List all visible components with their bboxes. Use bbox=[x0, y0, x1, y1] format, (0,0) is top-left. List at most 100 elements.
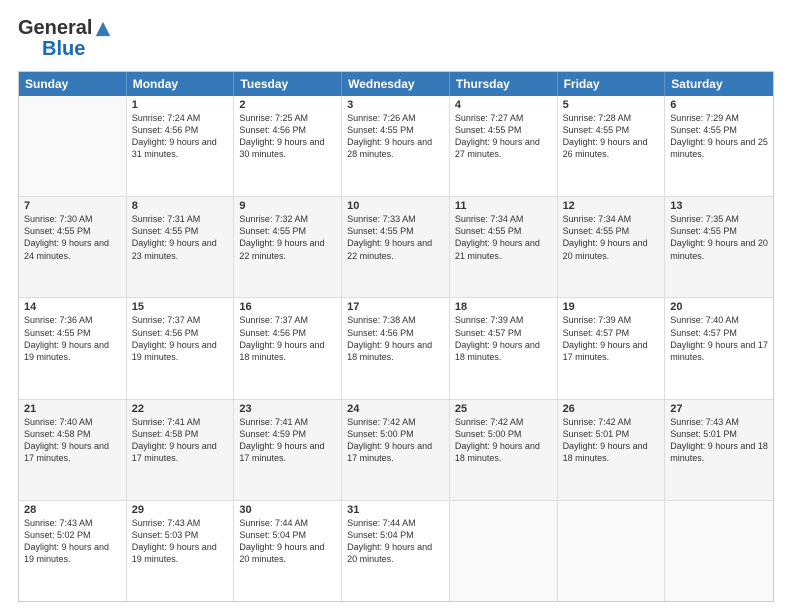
calendar-cell: 19Sunrise: 7:39 AMSunset: 4:57 PMDayligh… bbox=[558, 298, 666, 398]
calendar-cell: 22Sunrise: 7:41 AMSunset: 4:58 PMDayligh… bbox=[127, 400, 235, 500]
calendar-cell: 1Sunrise: 7:24 AMSunset: 4:56 PMDaylight… bbox=[127, 96, 235, 196]
weekday-header-sunday: Sunday bbox=[19, 72, 127, 96]
day-number: 24 bbox=[347, 403, 444, 415]
calendar-cell: 7Sunrise: 7:30 AMSunset: 4:55 PMDaylight… bbox=[19, 197, 127, 297]
day-number: 13 bbox=[670, 200, 768, 212]
cell-info: Sunrise: 7:40 AMSunset: 4:58 PMDaylight:… bbox=[24, 416, 121, 465]
calendar-cell: 13Sunrise: 7:35 AMSunset: 4:55 PMDayligh… bbox=[665, 197, 773, 297]
day-number: 9 bbox=[239, 200, 336, 212]
calendar-cell: 23Sunrise: 7:41 AMSunset: 4:59 PMDayligh… bbox=[234, 400, 342, 500]
cell-info: Sunrise: 7:29 AMSunset: 4:55 PMDaylight:… bbox=[670, 112, 768, 161]
calendar-cell bbox=[450, 501, 558, 601]
cell-info: Sunrise: 7:43 AMSunset: 5:01 PMDaylight:… bbox=[670, 416, 768, 465]
day-number: 20 bbox=[670, 301, 768, 313]
calendar-cell: 2Sunrise: 7:25 AMSunset: 4:56 PMDaylight… bbox=[234, 96, 342, 196]
calendar-cell: 31Sunrise: 7:44 AMSunset: 5:04 PMDayligh… bbox=[342, 501, 450, 601]
calendar-cell: 4Sunrise: 7:27 AMSunset: 4:55 PMDaylight… bbox=[450, 96, 558, 196]
day-number: 4 bbox=[455, 99, 552, 111]
cell-info: Sunrise: 7:32 AMSunset: 4:55 PMDaylight:… bbox=[239, 213, 336, 262]
calendar-cell: 20Sunrise: 7:40 AMSunset: 4:57 PMDayligh… bbox=[665, 298, 773, 398]
cell-info: Sunrise: 7:42 AMSunset: 5:01 PMDaylight:… bbox=[563, 416, 660, 465]
day-number: 11 bbox=[455, 200, 552, 212]
calendar-cell: 26Sunrise: 7:42 AMSunset: 5:01 PMDayligh… bbox=[558, 400, 666, 500]
calendar-cell bbox=[665, 501, 773, 601]
cell-info: Sunrise: 7:44 AMSunset: 5:04 PMDaylight:… bbox=[239, 517, 336, 566]
calendar-cell: 25Sunrise: 7:42 AMSunset: 5:00 PMDayligh… bbox=[450, 400, 558, 500]
cell-info: Sunrise: 7:44 AMSunset: 5:04 PMDaylight:… bbox=[347, 517, 444, 566]
day-number: 8 bbox=[132, 200, 229, 212]
cell-info: Sunrise: 7:34 AMSunset: 4:55 PMDaylight:… bbox=[455, 213, 552, 262]
cell-info: Sunrise: 7:35 AMSunset: 4:55 PMDaylight:… bbox=[670, 213, 768, 262]
day-number: 6 bbox=[670, 99, 768, 111]
cell-info: Sunrise: 7:43 AMSunset: 5:02 PMDaylight:… bbox=[24, 517, 121, 566]
calendar: SundayMondayTuesdayWednesdayThursdayFrid… bbox=[18, 71, 774, 602]
logo: General Blue bbox=[18, 18, 112, 61]
logo-general: General bbox=[18, 18, 92, 38]
calendar-cell bbox=[558, 501, 666, 601]
day-number: 18 bbox=[455, 301, 552, 313]
calendar-cell bbox=[19, 96, 127, 196]
day-number: 16 bbox=[239, 301, 336, 313]
day-number: 7 bbox=[24, 200, 121, 212]
day-number: 21 bbox=[24, 403, 121, 415]
calendar-cell: 3Sunrise: 7:26 AMSunset: 4:55 PMDaylight… bbox=[342, 96, 450, 196]
header: General Blue bbox=[18, 18, 774, 61]
cell-info: Sunrise: 7:30 AMSunset: 4:55 PMDaylight:… bbox=[24, 213, 121, 262]
cell-info: Sunrise: 7:37 AMSunset: 4:56 PMDaylight:… bbox=[239, 314, 336, 363]
cell-info: Sunrise: 7:38 AMSunset: 4:56 PMDaylight:… bbox=[347, 314, 444, 363]
weekday-header-thursday: Thursday bbox=[450, 72, 558, 96]
day-number: 19 bbox=[563, 301, 660, 313]
cell-info: Sunrise: 7:26 AMSunset: 4:55 PMDaylight:… bbox=[347, 112, 444, 161]
cell-info: Sunrise: 7:40 AMSunset: 4:57 PMDaylight:… bbox=[670, 314, 768, 363]
cell-info: Sunrise: 7:42 AMSunset: 5:00 PMDaylight:… bbox=[347, 416, 444, 465]
cell-info: Sunrise: 7:36 AMSunset: 4:55 PMDaylight:… bbox=[24, 314, 121, 363]
cell-info: Sunrise: 7:24 AMSunset: 4:56 PMDaylight:… bbox=[132, 112, 229, 161]
day-number: 2 bbox=[239, 99, 336, 111]
cell-info: Sunrise: 7:37 AMSunset: 4:56 PMDaylight:… bbox=[132, 314, 229, 363]
calendar-cell: 14Sunrise: 7:36 AMSunset: 4:55 PMDayligh… bbox=[19, 298, 127, 398]
day-number: 3 bbox=[347, 99, 444, 111]
day-number: 23 bbox=[239, 403, 336, 415]
calendar-cell: 12Sunrise: 7:34 AMSunset: 4:55 PMDayligh… bbox=[558, 197, 666, 297]
calendar-row-0: 1Sunrise: 7:24 AMSunset: 4:56 PMDaylight… bbox=[19, 96, 773, 197]
day-number: 30 bbox=[239, 504, 336, 516]
calendar-cell: 24Sunrise: 7:42 AMSunset: 5:00 PMDayligh… bbox=[342, 400, 450, 500]
calendar-cell: 18Sunrise: 7:39 AMSunset: 4:57 PMDayligh… bbox=[450, 298, 558, 398]
cell-info: Sunrise: 7:33 AMSunset: 4:55 PMDaylight:… bbox=[347, 213, 444, 262]
calendar-body: 1Sunrise: 7:24 AMSunset: 4:56 PMDaylight… bbox=[19, 96, 773, 601]
day-number: 29 bbox=[132, 504, 229, 516]
day-number: 17 bbox=[347, 301, 444, 313]
calendar-cell: 10Sunrise: 7:33 AMSunset: 4:55 PMDayligh… bbox=[342, 197, 450, 297]
cell-info: Sunrise: 7:41 AMSunset: 4:58 PMDaylight:… bbox=[132, 416, 229, 465]
calendar-row-3: 21Sunrise: 7:40 AMSunset: 4:58 PMDayligh… bbox=[19, 400, 773, 501]
calendar-cell: 11Sunrise: 7:34 AMSunset: 4:55 PMDayligh… bbox=[450, 197, 558, 297]
calendar-cell: 6Sunrise: 7:29 AMSunset: 4:55 PMDaylight… bbox=[665, 96, 773, 196]
calendar-cell: 21Sunrise: 7:40 AMSunset: 4:58 PMDayligh… bbox=[19, 400, 127, 500]
calendar-cell: 8Sunrise: 7:31 AMSunset: 4:55 PMDaylight… bbox=[127, 197, 235, 297]
logo-text: General bbox=[18, 18, 112, 38]
day-number: 12 bbox=[563, 200, 660, 212]
day-number: 5 bbox=[563, 99, 660, 111]
day-number: 22 bbox=[132, 403, 229, 415]
weekday-header-friday: Friday bbox=[558, 72, 666, 96]
logo-icon bbox=[94, 19, 112, 37]
day-number: 25 bbox=[455, 403, 552, 415]
cell-info: Sunrise: 7:43 AMSunset: 5:03 PMDaylight:… bbox=[132, 517, 229, 566]
cell-info: Sunrise: 7:27 AMSunset: 4:55 PMDaylight:… bbox=[455, 112, 552, 161]
cell-info: Sunrise: 7:34 AMSunset: 4:55 PMDaylight:… bbox=[563, 213, 660, 262]
calendar-cell: 16Sunrise: 7:37 AMSunset: 4:56 PMDayligh… bbox=[234, 298, 342, 398]
day-number: 27 bbox=[670, 403, 768, 415]
calendar-cell: 30Sunrise: 7:44 AMSunset: 5:04 PMDayligh… bbox=[234, 501, 342, 601]
cell-info: Sunrise: 7:39 AMSunset: 4:57 PMDaylight:… bbox=[455, 314, 552, 363]
calendar-row-1: 7Sunrise: 7:30 AMSunset: 4:55 PMDaylight… bbox=[19, 197, 773, 298]
cell-info: Sunrise: 7:39 AMSunset: 4:57 PMDaylight:… bbox=[563, 314, 660, 363]
calendar-cell: 5Sunrise: 7:28 AMSunset: 4:55 PMDaylight… bbox=[558, 96, 666, 196]
weekday-header-monday: Monday bbox=[127, 72, 235, 96]
day-number: 31 bbox=[347, 504, 444, 516]
cell-info: Sunrise: 7:42 AMSunset: 5:00 PMDaylight:… bbox=[455, 416, 552, 465]
day-number: 10 bbox=[347, 200, 444, 212]
cell-info: Sunrise: 7:41 AMSunset: 4:59 PMDaylight:… bbox=[239, 416, 336, 465]
weekday-header-tuesday: Tuesday bbox=[234, 72, 342, 96]
weekday-header-wednesday: Wednesday bbox=[342, 72, 450, 96]
calendar-cell: 9Sunrise: 7:32 AMSunset: 4:55 PMDaylight… bbox=[234, 197, 342, 297]
